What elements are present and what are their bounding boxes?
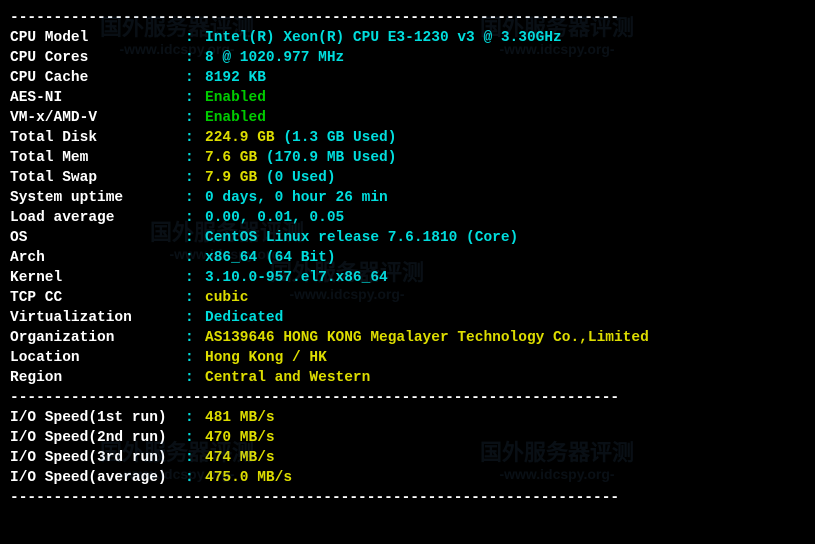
row-colon: : — [185, 228, 205, 248]
row-value-part: (170.9 MB Used) — [266, 148, 397, 168]
row-value: 475.0 MB/s — [205, 468, 292, 488]
info-row: VM-x/AMD-V: Enabled — [10, 108, 805, 128]
row-label: Kernel — [10, 268, 185, 288]
row-colon: : — [185, 208, 205, 228]
io-speed-section: I/O Speed(1st run): 481 MB/sI/O Speed(2n… — [10, 408, 805, 488]
row-value: Hong Kong / HK — [205, 348, 327, 368]
info-row: Kernel: 3.10.0-957.el7.x86_64 — [10, 268, 805, 288]
info-row: Virtualization: Dedicated — [10, 308, 805, 328]
row-value-part: 224.9 GB — [205, 128, 283, 148]
info-row: System uptime: 0 days, 0 hour 26 min — [10, 188, 805, 208]
row-label: Total Swap — [10, 168, 185, 188]
row-value-part: 7.6 GB — [205, 148, 266, 168]
row-colon: : — [185, 108, 205, 128]
info-row: OS: CentOS Linux release 7.6.1810 (Core) — [10, 228, 805, 248]
row-colon: : — [185, 48, 205, 68]
info-row: Total Disk: 224.9 GB (1.3 GB Used) — [10, 128, 805, 148]
info-row: CPU Cores: 8 @ 1020.977 MHz — [10, 48, 805, 68]
row-value: AS139646 HONG KONG Megalayer Technology … — [205, 328, 649, 348]
row-value-part: 7.9 GB — [205, 168, 266, 188]
info-row: TCP CC: cubic — [10, 288, 805, 308]
row-label: System uptime — [10, 188, 185, 208]
row-colon: : — [185, 348, 205, 368]
section-divider: ----------------------------------------… — [10, 8, 805, 28]
row-label: CPU Cores — [10, 48, 185, 68]
info-row: Total Mem: 7.6 GB (170.9 MB Used) — [10, 148, 805, 168]
row-value: Enabled — [205, 88, 266, 108]
row-colon: : — [185, 368, 205, 388]
row-label: AES-NI — [10, 88, 185, 108]
row-value: Enabled — [205, 108, 266, 128]
info-row: I/O Speed(average): 475.0 MB/s — [10, 468, 805, 488]
row-colon: : — [185, 248, 205, 268]
row-value: cubic — [205, 288, 249, 308]
row-label: I/O Speed(3rd run) — [10, 448, 185, 468]
row-value: Central and Western — [205, 368, 370, 388]
info-row: CPU Model: Intel(R) Xeon(R) CPU E3-1230 … — [10, 28, 805, 48]
info-row: Region: Central and Western — [10, 368, 805, 388]
row-colon: : — [185, 428, 205, 448]
row-label: CPU Model — [10, 28, 185, 48]
row-label: Location — [10, 348, 185, 368]
info-row: AES-NI: Enabled — [10, 88, 805, 108]
section-divider: ----------------------------------------… — [10, 388, 805, 408]
row-label: Arch — [10, 248, 185, 268]
row-colon: : — [185, 288, 205, 308]
row-value: 474 MB/s — [205, 448, 275, 468]
row-colon: : — [185, 128, 205, 148]
row-label: OS — [10, 228, 185, 248]
row-value: 8192 KB — [205, 68, 266, 88]
system-info-section: CPU Model: Intel(R) Xeon(R) CPU E3-1230 … — [10, 28, 805, 388]
row-value: 3.10.0-957.el7.x86_64 — [205, 268, 388, 288]
row-value: CentOS Linux release 7.6.1810 (Core) — [205, 228, 518, 248]
row-label: I/O Speed(2nd run) — [10, 428, 185, 448]
info-row: I/O Speed(2nd run): 470 MB/s — [10, 428, 805, 448]
row-label: CPU Cache — [10, 68, 185, 88]
info-row: CPU Cache: 8192 KB — [10, 68, 805, 88]
info-row: I/O Speed(1st run): 481 MB/s — [10, 408, 805, 428]
row-colon: : — [185, 68, 205, 88]
row-colon: : — [185, 28, 205, 48]
info-row: Arch: x86_64 (64 Bit) — [10, 248, 805, 268]
section-divider: ----------------------------------------… — [10, 488, 805, 508]
row-colon: : — [185, 408, 205, 428]
row-colon: : — [185, 448, 205, 468]
row-label: Load average — [10, 208, 185, 228]
info-row: I/O Speed(3rd run): 474 MB/s — [10, 448, 805, 468]
row-value: 470 MB/s — [205, 428, 275, 448]
row-colon: : — [185, 468, 205, 488]
info-row: Total Swap: 7.9 GB (0 Used) — [10, 168, 805, 188]
row-value: 0 days, 0 hour 26 min — [205, 188, 388, 208]
row-label: I/O Speed(1st run) — [10, 408, 185, 428]
info-row: Organization: AS139646 HONG KONG Megalay… — [10, 328, 805, 348]
row-colon: : — [185, 148, 205, 168]
row-colon: : — [185, 168, 205, 188]
info-row: Location: Hong Kong / HK — [10, 348, 805, 368]
row-label: I/O Speed(average) — [10, 468, 185, 488]
row-label: Total Disk — [10, 128, 185, 148]
row-value: Dedicated — [205, 308, 283, 328]
row-value-part: (1.3 GB Used) — [283, 128, 396, 148]
row-colon: : — [185, 308, 205, 328]
row-value: x86_64 (64 Bit) — [205, 248, 336, 268]
row-value: 481 MB/s — [205, 408, 275, 428]
row-label: VM-x/AMD-V — [10, 108, 185, 128]
row-value-part: (0 Used) — [266, 168, 336, 188]
row-label: Virtualization — [10, 308, 185, 328]
row-colon: : — [185, 188, 205, 208]
row-value: 0.00, 0.01, 0.05 — [205, 208, 344, 228]
row-colon: : — [185, 88, 205, 108]
row-label: Organization — [10, 328, 185, 348]
row-label: Region — [10, 368, 185, 388]
row-colon: : — [185, 328, 205, 348]
info-row: Load average: 0.00, 0.01, 0.05 — [10, 208, 805, 228]
row-value: Intel(R) Xeon(R) CPU E3-1230 v3 @ 3.30GH… — [205, 28, 562, 48]
row-label: Total Mem — [10, 148, 185, 168]
row-value: 8 @ 1020.977 MHz — [205, 48, 344, 68]
row-colon: : — [185, 268, 205, 288]
row-label: TCP CC — [10, 288, 185, 308]
